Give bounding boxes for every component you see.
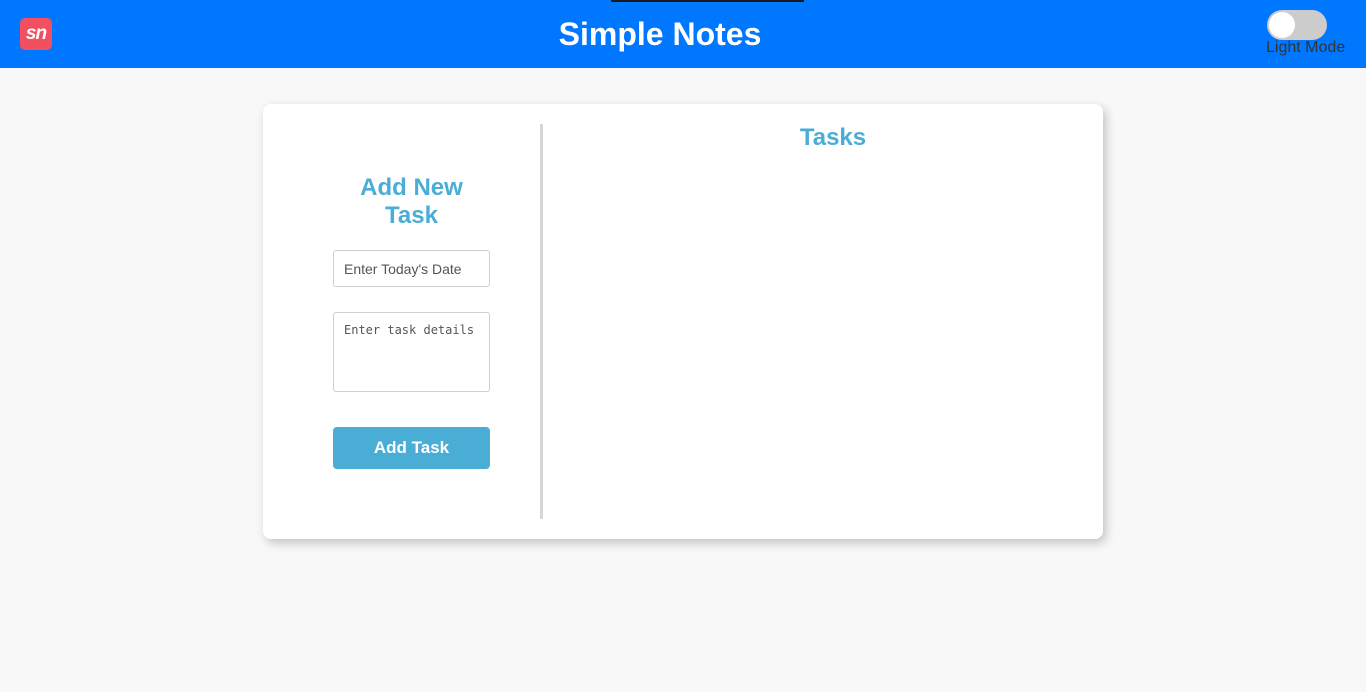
tasks-heading: Tasks bbox=[799, 124, 867, 151]
task-details-input[interactable] bbox=[333, 312, 490, 392]
app-header: sn Simple Notes Light Mode bbox=[0, 0, 1366, 68]
add-task-button[interactable]: Add Task bbox=[333, 427, 490, 469]
main-card: Add New Task Add Task Tasks bbox=[263, 104, 1103, 539]
theme-toggle[interactable] bbox=[1267, 10, 1327, 40]
app-title: Simple Notes bbox=[558, 16, 762, 52]
theme-toggle-label: Light Mode bbox=[1266, 39, 1346, 56]
column-divider bbox=[540, 124, 543, 519]
task-list bbox=[563, 164, 1083, 514]
theme-toggle-knob bbox=[1269, 12, 1295, 38]
add-task-heading: Add New Task bbox=[360, 174, 463, 229]
date-input[interactable] bbox=[333, 250, 490, 287]
